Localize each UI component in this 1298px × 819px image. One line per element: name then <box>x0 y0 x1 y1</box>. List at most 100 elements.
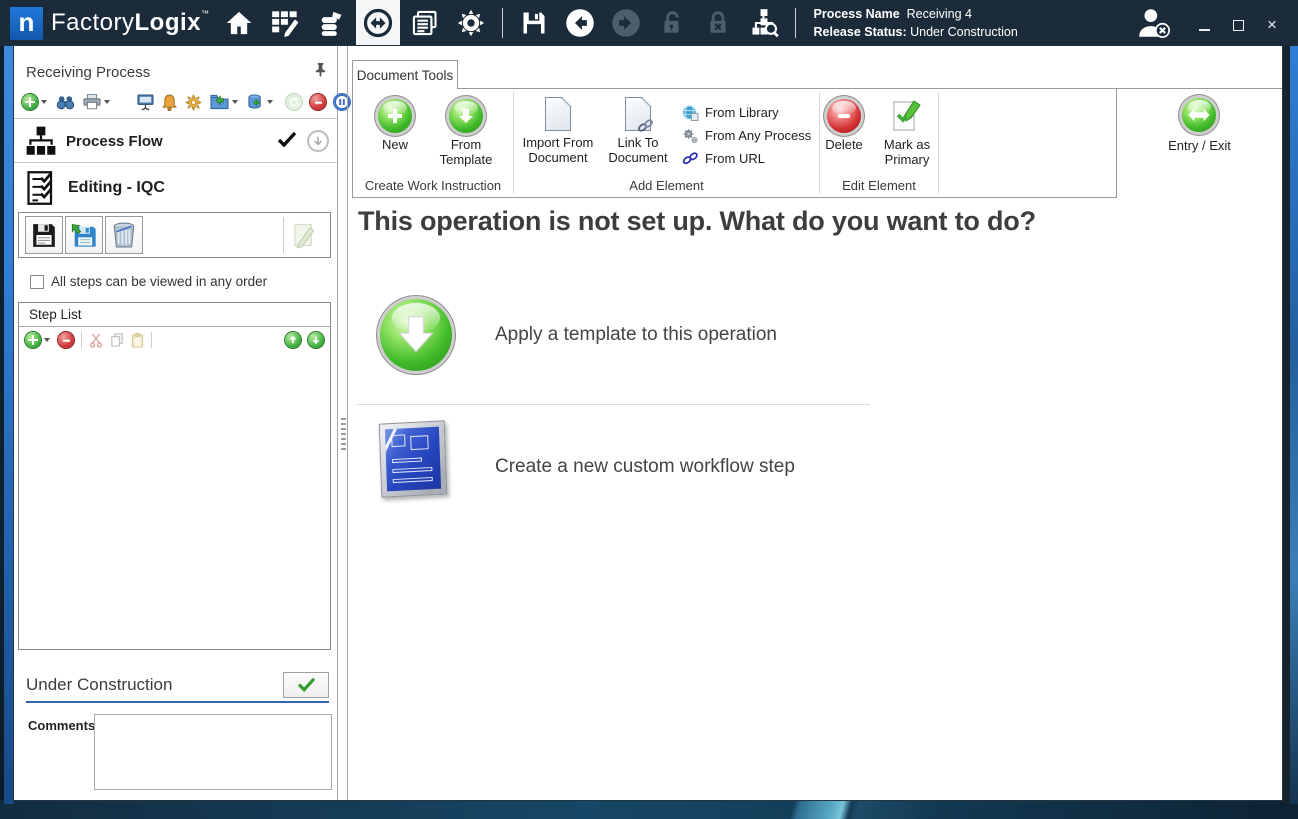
add-step-icon[interactable] <box>25 330 41 350</box>
release-status-label: Release Status: <box>814 25 907 39</box>
titlebar-separator <box>502 8 503 38</box>
group-edit-element: Delete Mark as Primary Edit Ele <box>820 89 938 197</box>
process-navigator-icon[interactable] <box>356 0 400 46</box>
blueprint-icon <box>379 420 448 497</box>
group-label: Edit Element <box>820 176 938 197</box>
presentation-icon[interactable] <box>137 92 154 112</box>
delete-step-button[interactable] <box>105 216 143 254</box>
apply-template-option-label[interactable]: Apply a template to this operation <box>495 324 777 346</box>
checklist-icon <box>26 170 58 206</box>
url-chain-icon <box>682 152 699 165</box>
group-label: Add Element <box>514 176 819 197</box>
save-icon[interactable] <box>519 8 549 38</box>
from-template-button[interactable]: From Template <box>435 99 497 168</box>
import-template-button[interactable] <box>65 216 103 254</box>
home-icon[interactable] <box>224 8 254 38</box>
move-down-icon[interactable] <box>308 330 324 350</box>
process-flow-row[interactable]: Process Flow <box>26 124 329 158</box>
app-logo-letter: n <box>19 9 35 35</box>
search-binoculars-icon[interactable] <box>56 92 75 112</box>
step-list-group: Step List <box>18 302 331 650</box>
flow-search-icon[interactable] <box>749 8 779 38</box>
edit-step-button-disabled[interactable] <box>284 216 322 254</box>
divider <box>14 118 337 119</box>
release-status-value: Under Construction <box>910 25 1018 39</box>
new-button[interactable]: New <box>369 99 421 152</box>
add-step-dropdown-icon[interactable] <box>44 338 50 342</box>
cut-icon[interactable] <box>89 330 103 350</box>
group-label: Create Work Instruction <box>353 176 513 197</box>
settings-gear-icon[interactable] <box>456 8 486 38</box>
titlebar: n FactoryLogix™ <box>0 0 1298 46</box>
close-button[interactable]: × <box>1264 15 1280 31</box>
import-from-document-button[interactable]: Import From Document <box>514 97 602 166</box>
editing-operation-row[interactable]: Editing - IQC <box>26 168 329 208</box>
process-gears-icon <box>682 128 699 144</box>
gear-orange-icon[interactable] <box>185 92 202 112</box>
any-order-checkbox[interactable] <box>30 275 44 289</box>
bell-icon[interactable] <box>162 92 177 112</box>
link-to-document-button[interactable]: Link To Document <box>602 97 674 166</box>
from-library-button[interactable]: From Library <box>682 101 811 124</box>
options-divider <box>357 404 870 405</box>
approve-status-button[interactable] <box>283 672 329 698</box>
splitter-grip[interactable] <box>341 418 346 450</box>
any-order-checkbox-row: All steps can be viewed in any order <box>30 274 267 289</box>
desktop: n FactoryLogix™ <box>0 0 1298 819</box>
lock-cancel-icon[interactable] <box>703 8 733 38</box>
minimize-button[interactable] <box>1196 15 1212 31</box>
desktop-left-strip <box>4 46 14 804</box>
delete-element-button[interactable]: Delete <box>820 99 868 152</box>
release-status-text: Under Construction <box>26 675 172 695</box>
desktop-wallpaper-strip <box>0 800 1298 819</box>
folder-export-icon[interactable] <box>210 92 229 112</box>
documents-icon[interactable] <box>410 8 440 38</box>
process-name-value: Receiving 4 <box>907 7 972 21</box>
collapse-arrow-icon[interactable] <box>307 130 329 152</box>
copy-icon[interactable] <box>110 330 124 350</box>
custom-workflow-option-label[interactable]: Create a new custom workflow step <box>495 456 795 478</box>
print-icon[interactable] <box>83 92 101 112</box>
folder-export-dropdown-icon[interactable] <box>232 100 238 104</box>
from-url-button[interactable]: From URL <box>682 147 811 170</box>
add-item-dropdown-icon[interactable] <box>41 100 47 104</box>
comments-textarea[interactable] <box>94 714 332 790</box>
status-underline <box>26 701 329 703</box>
window-body: Receiving Process <box>14 46 1282 800</box>
save-step-button[interactable] <box>25 216 63 254</box>
move-up-icon[interactable] <box>285 330 301 350</box>
from-template-icon <box>449 99 483 133</box>
apply-template-option-icon[interactable] <box>377 296 457 376</box>
database-delete-icon[interactable] <box>247 92 264 112</box>
mark-primary-icon <box>892 99 922 133</box>
tab-document-tools[interactable]: Document Tools <box>352 60 458 89</box>
entry-exit-panel: Entry / Exit <box>1117 88 1282 198</box>
from-any-process-button[interactable]: From Any Process <box>682 124 811 147</box>
mark-as-primary-button[interactable]: Mark as Primary <box>876 99 938 168</box>
database-delete-dropdown-icon[interactable] <box>267 100 273 104</box>
pin-icon[interactable] <box>314 62 327 82</box>
back-icon[interactable] <box>565 8 595 38</box>
group-add-element: Import From Document Link To Document <box>514 89 819 197</box>
document-link-icon <box>625 97 651 131</box>
entry-exit-button[interactable]: Entry / Exit <box>1168 98 1231 153</box>
batch-documents-icon[interactable] <box>316 8 346 38</box>
maximize-button[interactable] <box>1230 15 1246 31</box>
add-item-icon[interactable] <box>22 92 38 112</box>
paste-icon[interactable] <box>131 330 144 350</box>
refresh-icon[interactable] <box>286 92 302 112</box>
forward-icon[interactable] <box>611 8 641 38</box>
unlock-icon[interactable] <box>657 8 687 38</box>
print-dropdown-icon[interactable] <box>104 100 110 104</box>
remove-icon[interactable] <box>310 92 326 112</box>
worksheet-edit-icon[interactable] <box>270 8 300 38</box>
user-logout-icon[interactable] <box>1134 8 1174 38</box>
check-icon <box>277 131 297 152</box>
remove-step-icon[interactable] <box>58 330 74 350</box>
step-list-toolbar <box>19 327 330 353</box>
divider <box>151 332 152 348</box>
divider <box>14 162 337 163</box>
custom-workflow-option-icon[interactable] <box>380 422 452 502</box>
step-list-empty-area[interactable] <box>19 353 330 649</box>
titlebar-separator <box>795 8 796 38</box>
